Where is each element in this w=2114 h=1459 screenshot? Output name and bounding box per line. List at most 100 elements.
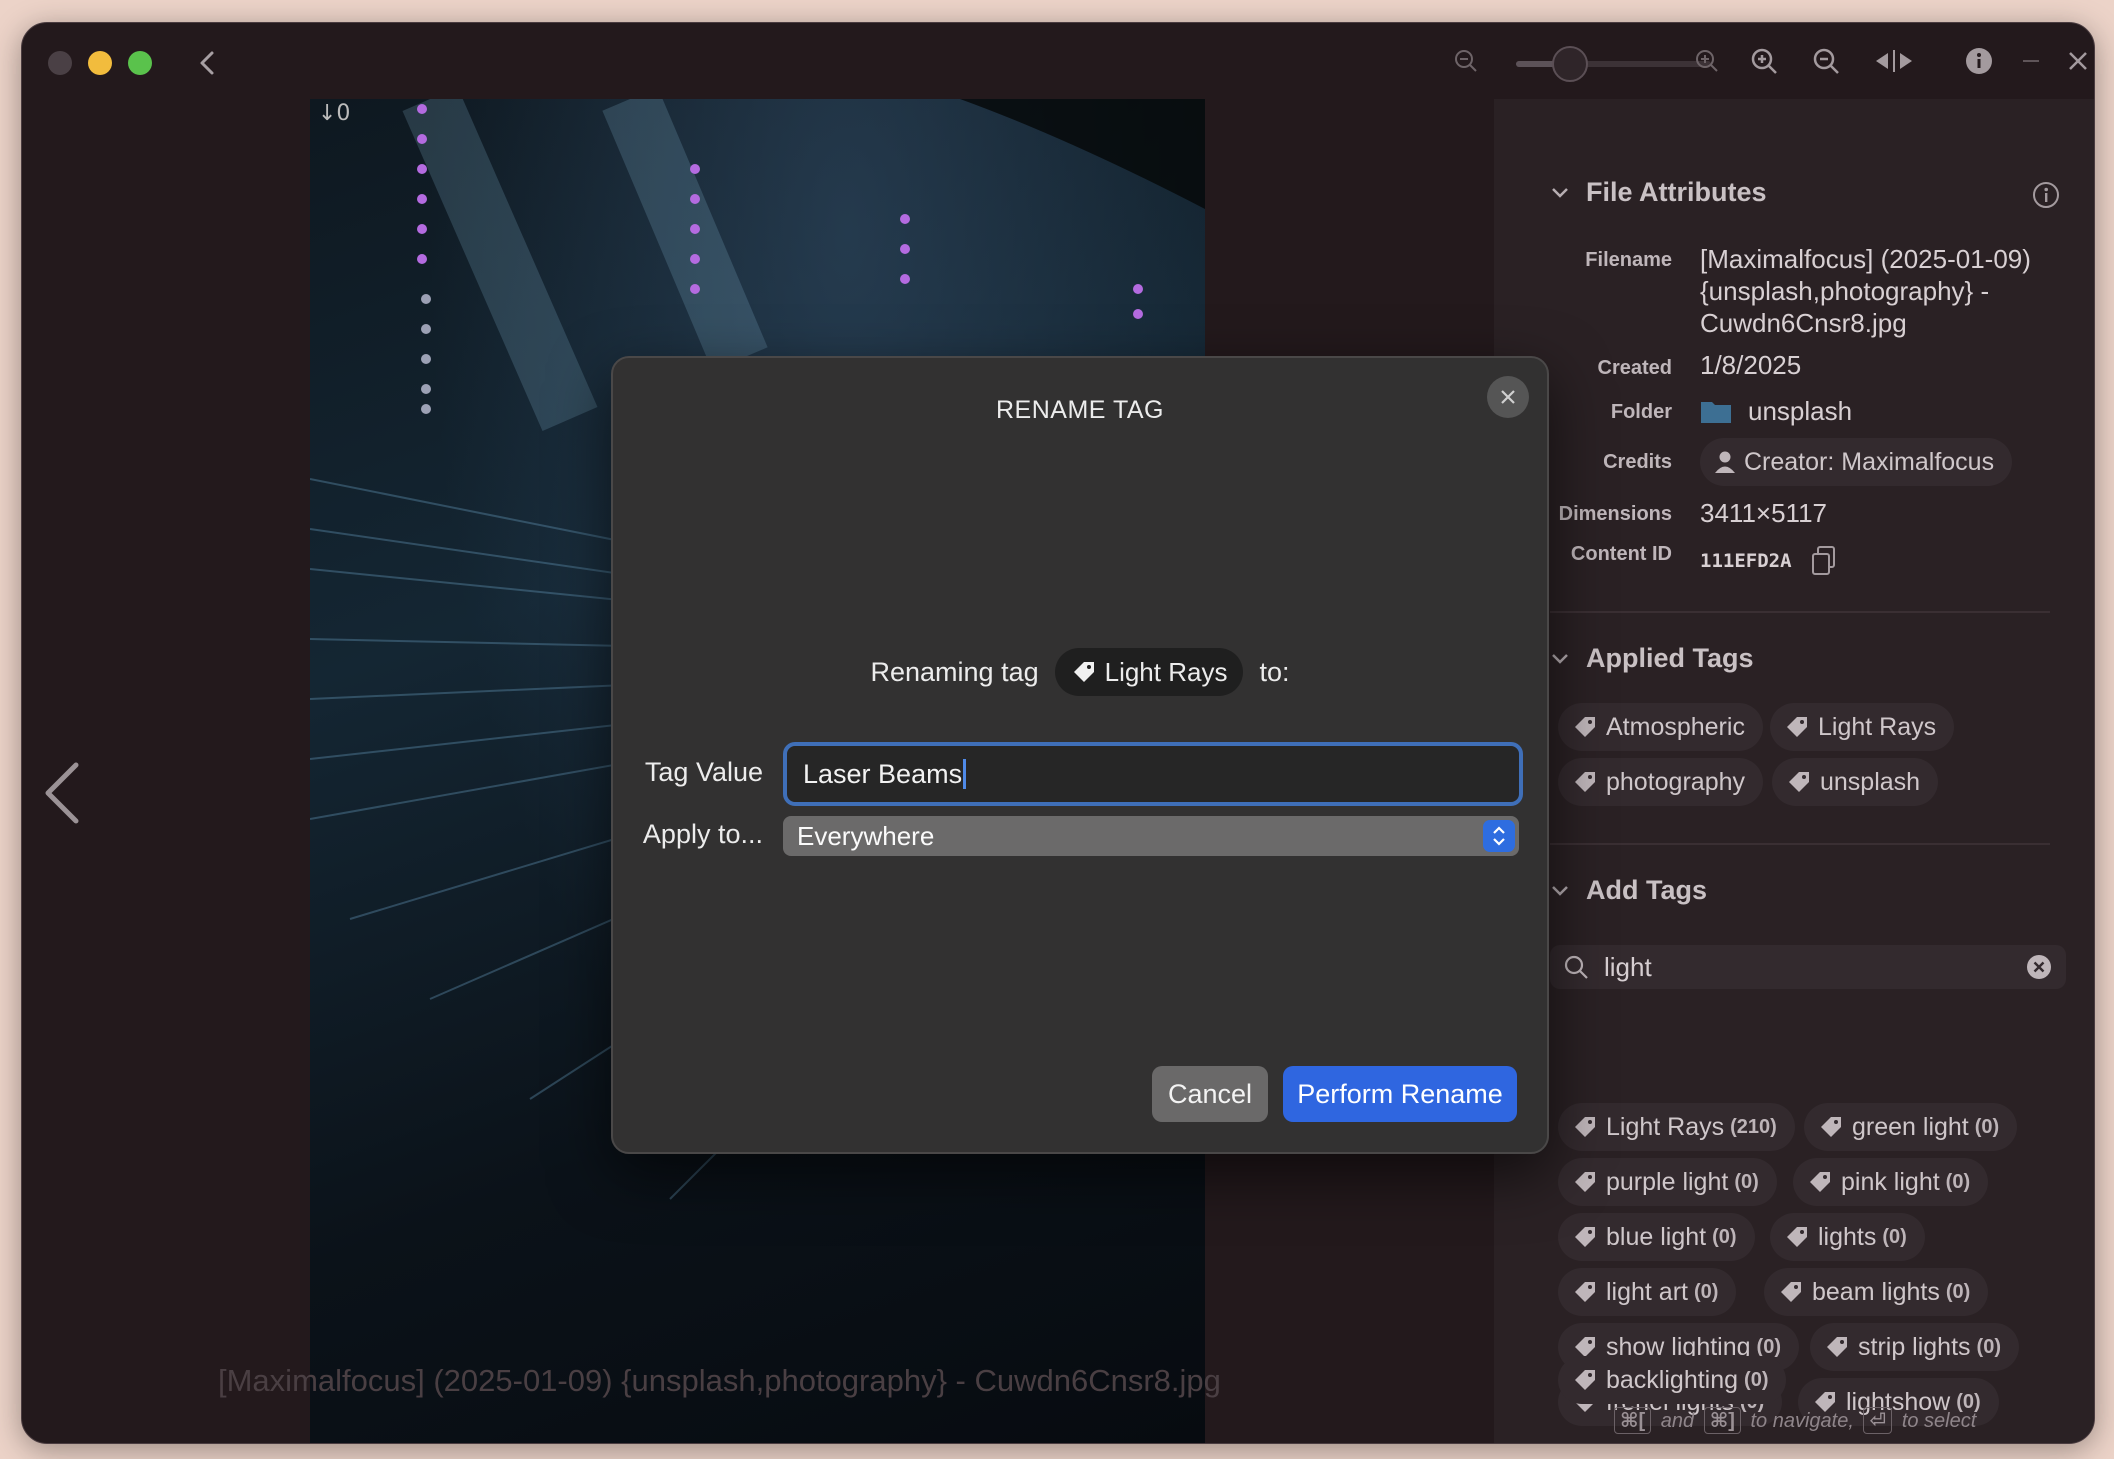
suggestion-count: (0) <box>1693 1280 1719 1303</box>
folder-name: unsplash <box>1748 396 1853 426</box>
tag-suggestion[interactable]: purple light (0) <box>1558 1158 1777 1206</box>
filename-value[interactable]: [Maximalfocus] (2025-01-09) {unsplash,ph… <box>1700 243 2031 339</box>
applied-tag-chip[interactable]: unsplash <box>1772 758 1939 806</box>
suggestion-name: backlighting <box>1606 1365 1739 1394</box>
suggestion-name: Light Rays <box>1606 1112 1725 1141</box>
window-minimize-button[interactable] <box>88 51 112 75</box>
tag-suggestion[interactable]: lights (0) <box>1770 1213 1925 1261</box>
applied-tag-chip[interactable]: Atmospheric <box>1558 703 1763 751</box>
hint-key: ⏎ <box>1863 1407 1893 1434</box>
suggestion-count: (0) <box>1712 1225 1737 1248</box>
tag-icon <box>1575 1370 1595 1390</box>
tag-icon <box>1787 1227 1807 1247</box>
tag-value-label: Tag Value <box>644 757 763 787</box>
renaming-line: Renaming tag Light Rays to: <box>613 648 1547 696</box>
suggestion-count: (0) <box>1882 1225 1907 1248</box>
keyboard-hint: ⌘[ and ⌘] to navigate, ⏎ to select <box>1610 1407 1976 1434</box>
add-tags-header[interactable]: Add Tags <box>1550 875 1707 906</box>
tag-suggestion[interactable]: Light Rays (210) <box>1558 1103 1795 1151</box>
suggestion-name: beam lights <box>1812 1277 1940 1306</box>
applied-tags-header[interactable]: Applied Tags <box>1550 643 1754 674</box>
close-icon <box>1501 390 1515 404</box>
tag-icon <box>1789 772 1809 792</box>
hint-text: to navigate, <box>1750 1410 1854 1432</box>
tag-suggestion[interactable]: pink light (0) <box>1793 1158 1989 1206</box>
image-caption: [Maximalfocus] (2025-01-09) {unsplash,ph… <box>218 1363 1221 1398</box>
tag-icon <box>1827 1337 1847 1357</box>
previous-image-chevron-icon[interactable] <box>32 743 92 843</box>
tag-icon <box>1575 1117 1595 1137</box>
apply-to-select[interactable]: Everywhere <box>783 816 1519 856</box>
info-icon[interactable] <box>1959 41 1999 81</box>
suggestion-count: (0) <box>1945 1170 1971 1193</box>
tag-search-value[interactable]: light <box>1604 952 1652 983</box>
source-tag-chip: Light Rays <box>1054 648 1244 696</box>
apply-to-label: Apply to... <box>642 819 763 849</box>
tag-icon <box>1575 772 1595 792</box>
hint-key: ⌘[ <box>1614 1407 1652 1434</box>
tag-name: Atmospheric <box>1606 712 1745 741</box>
person-icon <box>1715 451 1735 473</box>
tag-suggestion[interactable]: blue light (0) <box>1558 1213 1755 1261</box>
suggestion-count: (210) <box>1730 1115 1777 1138</box>
zoom-in-icon[interactable] <box>1687 41 1727 81</box>
tag-suggestion[interactable]: strip lights (0) <box>1810 1323 2019 1371</box>
suggestion-name: blue light <box>1606 1222 1707 1251</box>
suggestion-name: light art <box>1606 1277 1688 1306</box>
window-close-button[interactable] <box>48 51 72 75</box>
tag-icon <box>1575 1172 1595 1192</box>
chevron-down-icon <box>1552 653 1568 664</box>
suggestion-count: (0) <box>1734 1170 1759 1193</box>
photo-corner-glyph: ↓0 <box>318 101 351 126</box>
divider <box>1550 843 2050 845</box>
filename-label: Filename <box>1585 249 1672 271</box>
applied-tag-chip[interactable]: Light Rays <box>1770 703 1955 751</box>
tag-suggestion[interactable]: light art (0) <box>1558 1268 1737 1316</box>
zoom-actual-icon[interactable] <box>1806 41 1846 81</box>
zoom-fit-icon[interactable] <box>1744 41 1784 81</box>
suggestion-count: (0) <box>1976 1335 2001 1358</box>
file-attributes-header[interactable]: File Attributes <box>1550 177 1767 208</box>
tag-icon <box>1810 1172 1830 1192</box>
divider <box>1550 611 2050 613</box>
suggestion-count: (0) <box>1945 1280 1971 1303</box>
tag-suggestion[interactable]: green light (0) <box>1804 1103 2018 1151</box>
attributes-info-icon[interactable] <box>2032 181 2060 214</box>
close-icon[interactable] <box>2058 41 2094 81</box>
tag-search-field[interactable]: light <box>1550 945 2066 989</box>
window-maximize-button[interactable] <box>128 51 152 75</box>
folder-value[interactable]: unsplash <box>1700 395 1852 427</box>
copy-icon[interactable] <box>1810 545 1838 577</box>
folder-icon <box>1701 402 1731 423</box>
hint-key: ⌘] <box>1703 1407 1741 1434</box>
minimize-icon[interactable] <box>2011 41 2051 81</box>
dimensions-value: 3411×5117 <box>1700 498 1828 528</box>
content-id-text: 111EFD2A <box>1700 550 1792 572</box>
tag-value-text: Laser Beams <box>803 758 963 789</box>
filename-line-3: Cuwdn6Cnsr8.jpg <box>1700 308 1907 338</box>
suggestion-name: green light <box>1852 1112 1969 1141</box>
add-tags-title: Add Tags <box>1586 875 1707 905</box>
clear-search-icon[interactable] <box>2026 954 2052 980</box>
tag-name: unsplash <box>1820 767 1921 796</box>
tag-icon <box>1575 717 1595 737</box>
suggestion-name: strip lights <box>1858 1332 1971 1361</box>
tag-name: Light Rays <box>1818 712 1937 741</box>
applied-tags-title: Applied Tags <box>1586 643 1754 673</box>
app-window: ↓0 [Maximalfocus] (2025-01-09) {unsplash… <box>21 22 2095 1444</box>
compare-icon[interactable] <box>1874 41 1914 81</box>
tag-value-input[interactable]: Laser Beams <box>783 742 1523 806</box>
dialog-close-button[interactable] <box>1487 376 1529 418</box>
filename-line-1: [Maximalfocus] (2025-01-09) <box>1700 244 2031 274</box>
tag-suggestion[interactable]: backlighting (0) <box>1558 1356 1787 1404</box>
created-value: 1/8/2025 <box>1700 350 1802 380</box>
zoom-out-icon[interactable] <box>1446 41 1486 81</box>
applied-tag-chip[interactable]: photography <box>1558 758 1764 806</box>
back-chevron-icon[interactable] <box>190 45 226 81</box>
credits-chip[interactable]: Creator: Maximalfocus <box>1700 438 2013 486</box>
tag-suggestion[interactable]: beam lights (0) <box>1764 1268 1989 1316</box>
source-tag-name: Light Rays <box>1104 656 1228 687</box>
cancel-button[interactable]: Cancel <box>1152 1066 1268 1122</box>
zoom-slider-knob[interactable] <box>1552 46 1588 82</box>
perform-rename-button[interactable]: Perform Rename <box>1283 1066 1517 1122</box>
